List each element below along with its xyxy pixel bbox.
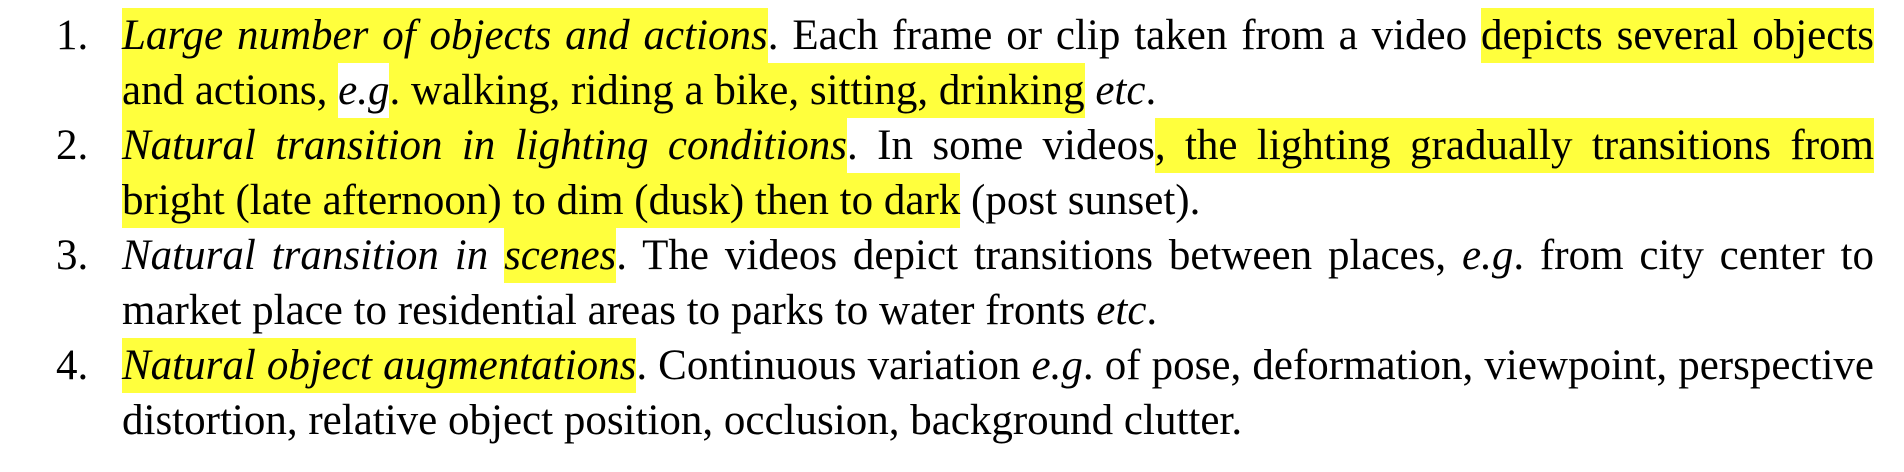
item-title: Large number of objects and actions <box>122 12 768 59</box>
item-title-highlight: scenes <box>504 232 617 279</box>
list-number: 3. <box>56 232 89 279</box>
list-item-1: 1. Large number of objects and actions. … <box>0 8 1904 118</box>
etc-abbrev: etc <box>1096 287 1147 334</box>
body-text: . <box>1145 67 1157 114</box>
numbered-list: 1. Large number of objects and actions. … <box>0 8 1904 448</box>
body-text: . In some videos <box>847 122 1155 169</box>
body-text <box>1085 67 1096 114</box>
highlighted-title: Natural object augmentations <box>122 338 637 393</box>
eg-abbrev: e.g <box>338 67 390 114</box>
list-item-2: 2. Natural transition in lighting condit… <box>0 118 1904 228</box>
body-text: . Each frame or clip taken from a video <box>767 12 1481 59</box>
list-item-3: 3. Natural transition in scenes. The vid… <box>0 228 1904 338</box>
item-title: Natural transition in <box>122 232 505 279</box>
eg-abbrev: e.g <box>1031 342 1083 389</box>
list-number: 1. <box>56 12 89 59</box>
item-title: Natural object augmentations <box>122 342 637 389</box>
list-item-4: 4. Natural object augmentations. Continu… <box>0 338 1904 448</box>
highlighted-title: scenes <box>504 228 617 283</box>
list-number: 2. <box>56 122 89 169</box>
item-title: Natural transition in lighting condition… <box>122 122 848 169</box>
etc-abbrev: etc <box>1095 67 1146 114</box>
body-text: . <box>1146 287 1158 334</box>
highlighted-title: Natural transition in lighting condition… <box>122 118 848 173</box>
body-text: . The videos depict transitions between … <box>616 232 1462 279</box>
eg-abbrev: e.g <box>1461 232 1514 279</box>
list-number: 4. <box>56 342 89 389</box>
highlighted-text: . walking, riding a bike, sitting, drink… <box>389 63 1085 118</box>
highlighted-title: Large number of objects and actions <box>122 8 768 63</box>
body-text: . Continuous variation <box>636 342 1032 389</box>
body-text: (post sunset). <box>960 177 1201 224</box>
